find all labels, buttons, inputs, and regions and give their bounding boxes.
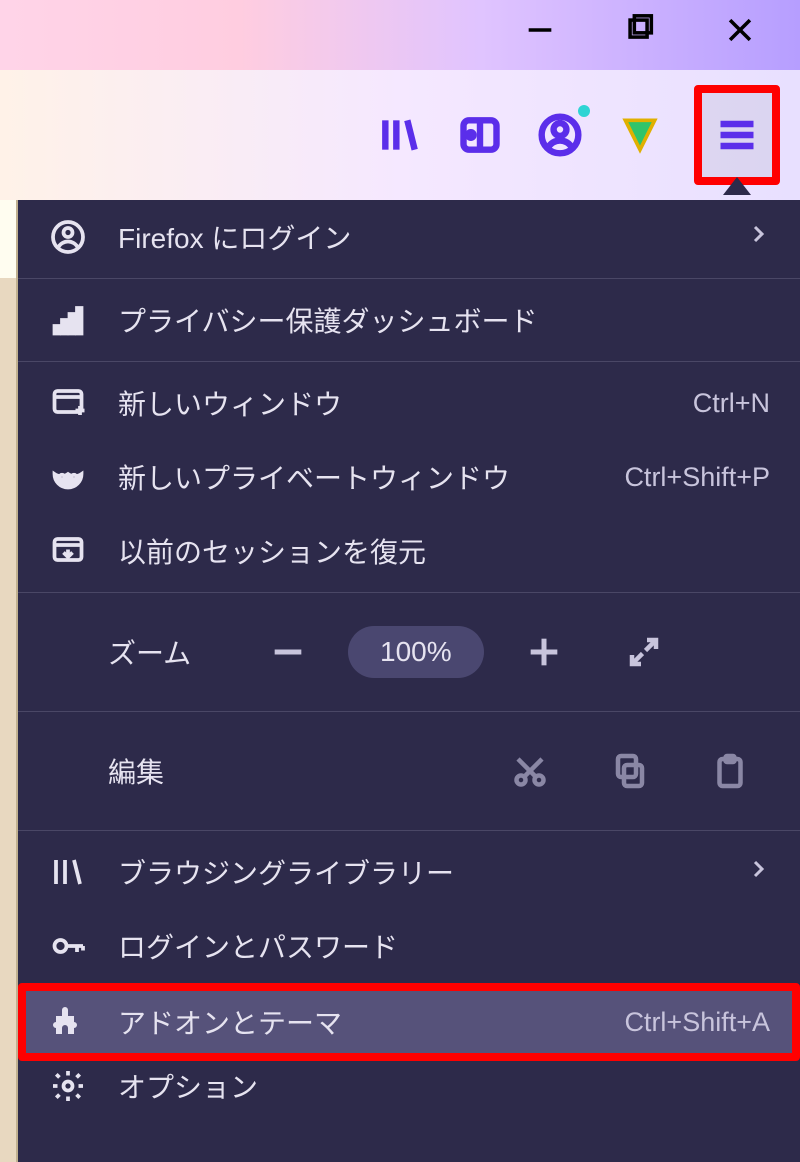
restore-icon	[48, 531, 88, 571]
separator	[18, 830, 800, 831]
shield-chart-icon	[48, 300, 88, 340]
fullscreen-button[interactable]	[604, 622, 684, 682]
menu-label: Firefox にログイン	[118, 217, 716, 257]
zoom-in-button[interactable]	[504, 622, 584, 682]
library-icon[interactable]	[374, 109, 426, 161]
menu-zoom-row: ズーム 100%	[18, 597, 800, 707]
menu-options[interactable]: オプション	[18, 1061, 800, 1111]
zoom-out-button[interactable]	[248, 622, 328, 682]
cut-button[interactable]	[490, 741, 570, 801]
menu-label: 新しいウィンドウ	[118, 383, 663, 423]
separator	[18, 711, 800, 712]
shortcut: Ctrl+Shift+P	[624, 462, 770, 493]
account-icon	[48, 217, 88, 257]
menu-label: プライバシー保護ダッシュボード	[118, 300, 770, 340]
library-icon	[48, 852, 88, 892]
menu-addons-highlight[interactable]: アドオンとテーマ Ctrl+Shift+A	[18, 983, 800, 1061]
menu-label: 以前のセッションを復元	[118, 531, 770, 571]
shortcut: Ctrl+N	[693, 388, 770, 419]
separator	[18, 278, 800, 279]
gear-icon	[48, 1066, 88, 1106]
menu-library[interactable]: ブラウジングライブラリー	[18, 835, 800, 909]
chevron-right-icon	[746, 221, 770, 253]
page-edge	[0, 200, 18, 1162]
window-titlebar	[0, 0, 800, 70]
notification-dot-icon	[578, 105, 590, 117]
toolbar	[0, 70, 800, 200]
separator	[18, 361, 800, 362]
menu-new-private-window[interactable]: 新しいプライベートウィンドウ Ctrl+Shift+P	[18, 440, 800, 514]
shortcut: Ctrl+Shift+A	[624, 1007, 770, 1038]
menu-new-window[interactable]: 新しいウィンドウ Ctrl+N	[18, 366, 800, 440]
account-icon[interactable]	[534, 109, 586, 161]
menu-edit-row: 編集	[18, 716, 800, 826]
zoom-percent[interactable]: 100%	[348, 626, 484, 678]
menu-label: アドオンとテーマ	[118, 1002, 594, 1042]
menu-label: オプション	[118, 1066, 770, 1106]
paste-button[interactable]	[690, 741, 770, 801]
mask-icon	[48, 457, 88, 497]
download-icon[interactable]	[614, 109, 666, 161]
minimize-button[interactable]	[490, 0, 590, 60]
app-menu-button[interactable]	[707, 105, 767, 165]
maximize-button[interactable]	[590, 0, 690, 60]
app-menu-button-highlight	[694, 85, 780, 185]
window-plus-icon	[48, 383, 88, 423]
menu-restore-session[interactable]: 以前のセッションを復元	[18, 514, 800, 588]
puzzle-icon	[48, 1002, 88, 1042]
menu-privacy-dashboard[interactable]: プライバシー保護ダッシュボード	[18, 283, 800, 357]
key-icon	[48, 926, 88, 966]
menu-label: ブラウジングライブラリー	[118, 852, 716, 892]
menu-label: ログインとパスワード	[118, 926, 770, 966]
zoom-label: ズーム	[48, 632, 228, 672]
separator	[18, 592, 800, 593]
menu-logins[interactable]: ログインとパスワード	[18, 909, 800, 983]
edit-label: 編集	[48, 751, 228, 791]
menu-signin[interactable]: Firefox にログイン	[18, 200, 800, 274]
menu-label: 新しいプライベートウィンドウ	[118, 457, 594, 497]
menu-pointer-icon	[723, 177, 751, 195]
close-button[interactable]	[690, 0, 790, 60]
app-menu-panel: Firefox にログイン プライバシー保護ダッシュボード 新しいウィンドウ C…	[18, 200, 800, 1162]
chevron-right-icon	[746, 856, 770, 888]
copy-button[interactable]	[590, 741, 670, 801]
sidebar-icon[interactable]	[454, 109, 506, 161]
